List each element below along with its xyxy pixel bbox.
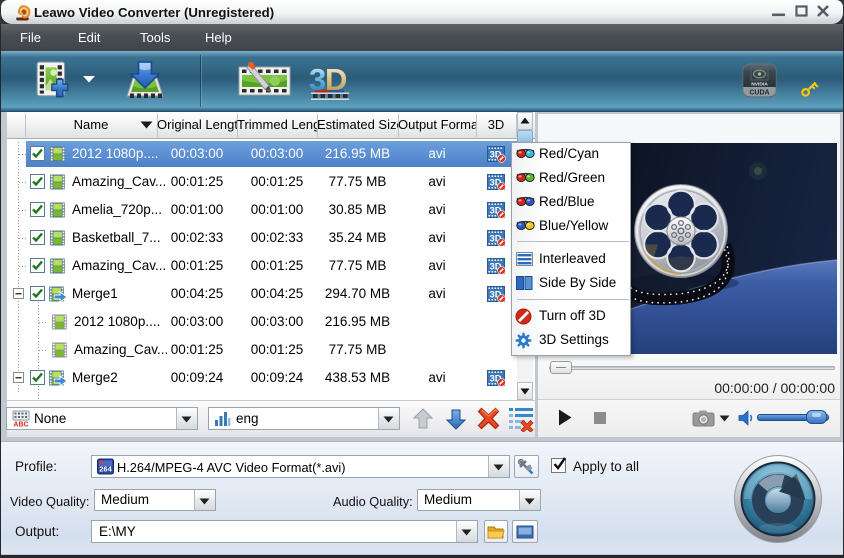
svg-text:NVIDIA: NVIDIA bbox=[751, 82, 768, 88]
svg-text:D: D bbox=[325, 62, 347, 97]
svg-text:ABC: ABC bbox=[13, 422, 28, 428]
svg-text:CUDA: CUDA bbox=[749, 90, 769, 97]
svg-text:3: 3 bbox=[309, 62, 326, 97]
svg-text:264: 264 bbox=[99, 465, 112, 474]
